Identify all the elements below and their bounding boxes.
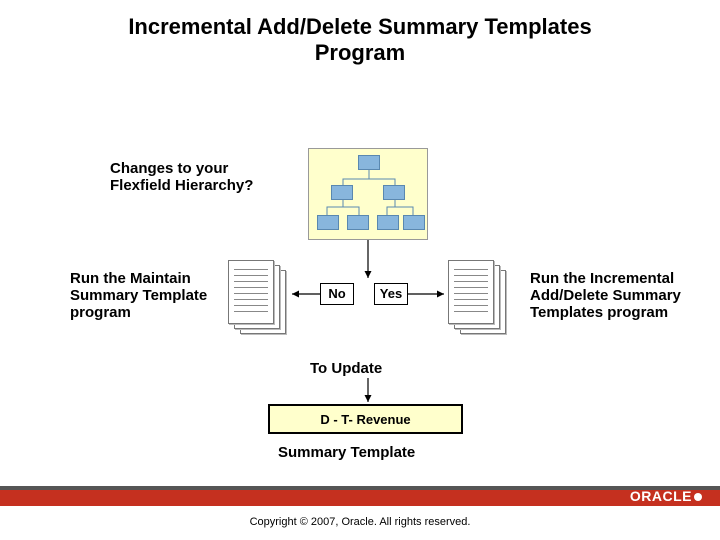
slide-canvas: Incremental Add/Delete Summary Templates… xyxy=(0,0,720,540)
oracle-logo-text: ORACLE xyxy=(630,488,692,504)
yes-box: Yes xyxy=(374,283,408,305)
footer-bar xyxy=(0,488,720,506)
title-line1: Incremental Add/Delete Summary Templates xyxy=(128,14,591,39)
question-line2: Flexfield Hierarchy? xyxy=(110,177,253,194)
left-line2: Summary Template xyxy=(70,287,207,304)
oracle-logo-dot-icon xyxy=(694,493,702,501)
right-line3: Templates program xyxy=(530,304,668,321)
to-update-label: To Update xyxy=(310,360,382,377)
right-line2: Add/Delete Summary xyxy=(530,287,681,304)
hierarchy-chart xyxy=(308,148,428,240)
document-stack-icon xyxy=(228,260,288,340)
oracle-logo: ORACLE xyxy=(630,488,702,504)
no-box: No xyxy=(320,283,354,305)
slide-title: Incremental Add/Delete Summary Templates… xyxy=(0,14,720,67)
title-line2: Program xyxy=(315,40,405,65)
document-stack-icon xyxy=(448,260,508,340)
left-line3: program xyxy=(70,304,131,321)
summary-template-label: Summary Template xyxy=(278,444,415,461)
left-line1: Run the Maintain xyxy=(70,270,191,287)
right-action-text: Run the Incremental Add/Delete Summary T… xyxy=(530,270,700,321)
question-text: Changes to your Flexfield Hierarchy? xyxy=(110,160,295,194)
question-line1: Changes to your xyxy=(110,160,228,177)
revenue-box: D - T- Revenue xyxy=(268,404,463,434)
right-line1: Run the Incremental xyxy=(530,270,674,287)
copyright-text: Copyright © 2007, Oracle. All rights res… xyxy=(0,516,720,528)
left-action-text: Run the Maintain Summary Template progra… xyxy=(70,270,220,321)
